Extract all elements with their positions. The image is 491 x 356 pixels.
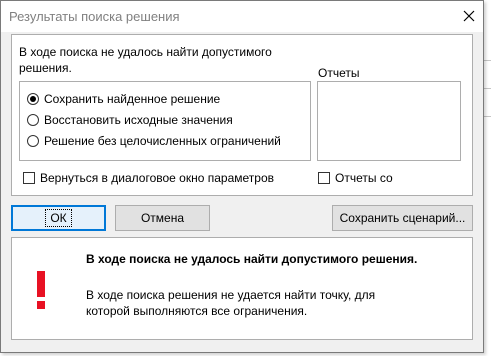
restore-values-label: Восстановить исходные значения <box>44 113 233 127</box>
dialog-title: Результаты поиска решения <box>9 9 180 24</box>
ok-button-label: ОК <box>45 209 72 227</box>
close-icon <box>463 10 475 22</box>
sheet-gridline <box>483 60 491 61</box>
save-scenario-button-label: Сохранить сценарий... <box>339 211 466 225</box>
cancel-button-label: Отмена <box>140 211 185 225</box>
save-scenario-button[interactable]: Сохранить сценарий... <box>332 205 473 231</box>
cancel-button[interactable]: Отмена <box>115 205 210 231</box>
result-action-group: Сохранить найденное решение Восстановить… <box>19 81 311 161</box>
return-to-dialog-label: Вернуться в диалоговое окно параметров <box>40 171 274 185</box>
no-integer-radio[interactable] <box>27 135 39 147</box>
keep-solution-radio[interactable] <box>27 93 39 105</box>
results-options-panel: В ходе поиска не удалось найти допустимо… <box>11 34 473 196</box>
result-message-body: В ходе поиска решения не удается найти т… <box>86 288 376 318</box>
exclamation-icon <box>37 271 45 309</box>
ok-button[interactable]: ОК <box>11 205 106 231</box>
outline-reports-label: Отчеты со <box>335 171 393 185</box>
keep-solution-option[interactable]: Сохранить найденное решение <box>27 91 220 107</box>
result-message-panel: В ходе поиска не удалось найти допустимо… <box>11 237 473 340</box>
result-message-heading: В ходе поиска не удалось найти допустимо… <box>86 252 418 266</box>
title-bar: Результаты поиска решения <box>1 1 483 32</box>
outline-reports-option[interactable]: Отчеты со <box>318 170 393 186</box>
return-to-dialog-option[interactable]: Вернуться в диалоговое окно параметров <box>23 170 274 186</box>
sheet-gridline <box>483 116 491 117</box>
reports-heading: Отчеты <box>318 66 360 80</box>
sheet-gridline <box>483 88 491 89</box>
restore-values-option[interactable]: Восстановить исходные значения <box>27 112 233 128</box>
reports-listbox[interactable] <box>317 81 461 161</box>
no-integer-label: Решение без целочисленных ограничений <box>44 134 281 148</box>
return-to-dialog-checkbox[interactable] <box>23 172 35 184</box>
restore-values-radio[interactable] <box>27 114 39 126</box>
keep-solution-label: Сохранить найденное решение <box>44 92 221 106</box>
solver-status-message: В ходе поиска не удалось найти допустимо… <box>19 45 272 75</box>
close-button[interactable] <box>456 3 482 29</box>
outline-reports-checkbox[interactable] <box>318 172 330 184</box>
solver-results-dialog: Результаты поиска решения В ходе поиска … <box>0 0 484 353</box>
no-integer-option[interactable]: Решение без целочисленных ограничений <box>27 133 281 149</box>
